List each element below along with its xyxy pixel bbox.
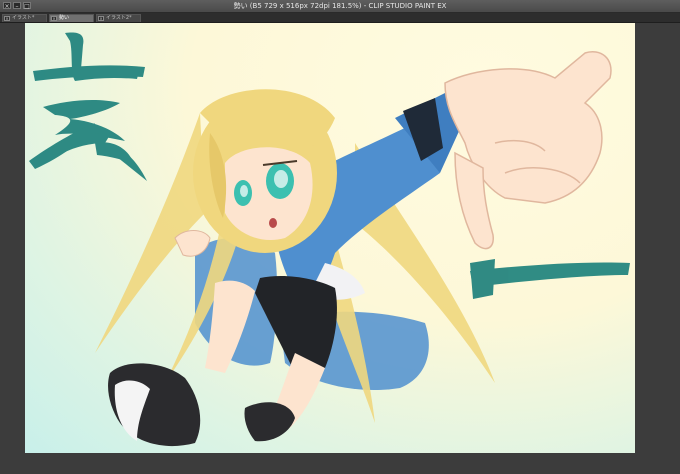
- drawing-canvas[interactable]: [25, 23, 635, 453]
- tab-label: 勢い: [59, 15, 70, 21]
- close-icon[interactable]: ×: [4, 16, 10, 21]
- close-icon[interactable]: ×: [51, 16, 57, 21]
- character: [95, 51, 612, 447]
- artwork: [29, 32, 630, 447]
- tab-illust[interactable]: × イラスト*: [2, 14, 47, 22]
- window-title: 勢い (B5 729 x 516px 72dpi 181.5%) - CLIP …: [233, 2, 447, 10]
- tab-ikioi[interactable]: × 勢い: [49, 14, 94, 22]
- close-icon[interactable]: ×: [98, 16, 104, 21]
- tab-label: イラスト2*: [106, 15, 132, 21]
- document-tab-bar: × イラスト* × 勢い × イラスト2*: [0, 13, 680, 23]
- tab-label: イラスト*: [12, 15, 35, 21]
- title-bar: × – □ 勢い (B5 729 x 516px 72dpi 181.5%) -…: [0, 0, 680, 13]
- tab-illust2[interactable]: × イラスト2*: [96, 14, 141, 22]
